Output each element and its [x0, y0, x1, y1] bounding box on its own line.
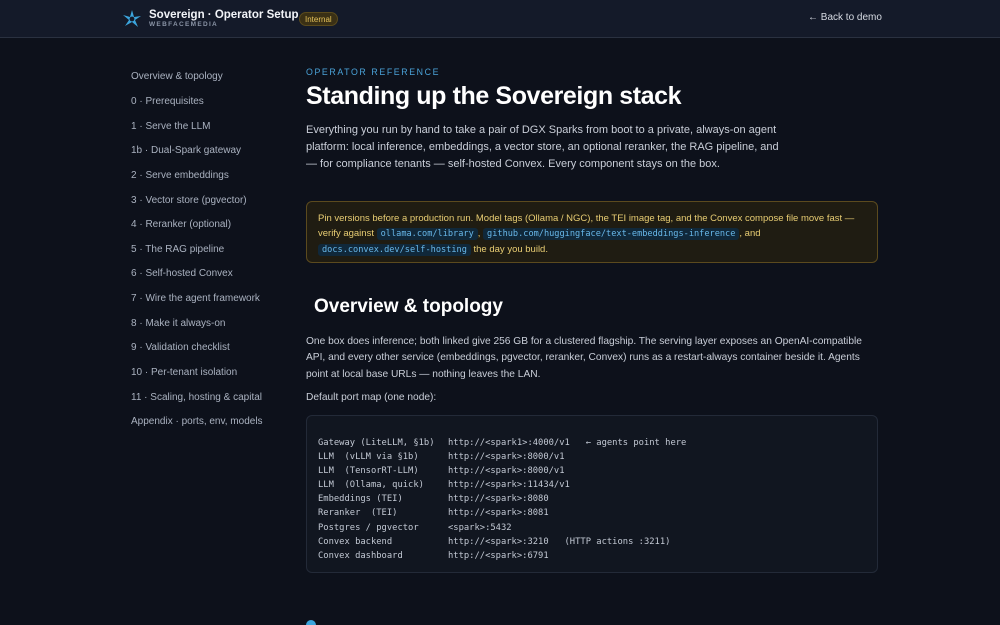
service-name: Gateway (LiteLLM, §1b): [318, 438, 435, 448]
page-title: Standing up the Sovereign stack: [306, 82, 682, 110]
port-map-label: Default port map (one node):: [306, 392, 437, 403]
callout-text: the day you build.: [470, 244, 548, 255]
service-address: http://<spark1>:4000/v1 ← agents point h…: [448, 438, 687, 448]
service-name: Postgres / pgvector: [318, 522, 419, 533]
port-map-row: LLM (Ollama, quick) http://<spark>:11434/…: [307, 478, 877, 492]
sidebar-item-dual-spark-gateway[interactable]: 1b · Dual-Spark gateway: [131, 145, 241, 156]
sidebar-item-validation-checklist[interactable]: 9 · Validation checklist: [131, 342, 230, 353]
overview-paragraph: One box does inference; both linked give…: [306, 336, 862, 380]
service-name: LLM (TensorRT-LLM): [318, 466, 419, 477]
section-eyebrow: OPERATOR REFERENCE: [306, 67, 441, 77]
sidebar-item-agent-framework[interactable]: 7 · Wire the agent framework: [131, 293, 260, 304]
service-name: Convex dashboard: [318, 550, 403, 561]
service-address: http://<spark>:8000/v1: [448, 466, 565, 477]
port-map-code-block: Gateway (LiteLLM, §1b) http://<spark1>:40…: [306, 415, 878, 573]
version-warning-callout: Pin versions before a production run. Mo…: [306, 201, 878, 263]
sidebar-item-serve-embeddings[interactable]: 2 · Serve embeddings: [131, 170, 229, 181]
service-name: LLM (vLLM via §1b): [318, 452, 419, 463]
sidebar-item-reranker[interactable]: 4 · Reranker (optional): [131, 219, 231, 230]
port-map-row: LLM (TensorRT-LLM) http://<spark>:8000/v1: [307, 464, 877, 478]
sidebar-item-appendix[interactable]: Appendix · ports, env, models: [131, 416, 263, 427]
port-map-row: Convex backend http://<spark>:3210 (HTTP …: [307, 535, 877, 549]
port-map-row: Convex dashboard http://<spark>:6791: [307, 549, 877, 563]
tei-repo-code: github.com/huggingface/text-embeddings-i…: [483, 228, 740, 240]
port-map-row: Postgres / pgvector <spark>:5432: [307, 521, 877, 535]
sidebar-item-serve-llm[interactable]: 1 · Serve the LLM: [131, 121, 210, 132]
port-map-row: Embeddings (TEI) http://<spark>:8080: [307, 492, 877, 506]
service-address: http://<spark>:6791: [448, 550, 549, 561]
service-address: http://<spark>:8000/v1: [448, 452, 565, 463]
sidebar-item-always-on[interactable]: 8 · Make it always-on: [131, 318, 225, 329]
sidebar-item-self-hosted-convex[interactable]: 6 · Self-hosted Convex: [131, 268, 233, 279]
sidebar-item-overview[interactable]: Overview & topology: [131, 71, 223, 82]
section-marker-icon: [306, 620, 316, 625]
sidebar-item-scaling[interactable]: 11 · Scaling, hosting & capital: [131, 392, 262, 403]
service-address: <spark>:5432: [448, 522, 512, 533]
sidebar-item-prerequisites[interactable]: 0 · Prerequisites: [131, 96, 204, 107]
sidebar-item-rag-pipeline[interactable]: 5 · The RAG pipeline: [131, 244, 224, 255]
top-header: Sovereign · Operator Setup WEBFACEMEDIA …: [0, 0, 1000, 38]
service-address: http://<spark>:8081: [448, 508, 549, 519]
sidebar-item-tenant-isolation[interactable]: 10 · Per-tenant isolation: [131, 367, 237, 378]
back-to-demo-link[interactable]: ← Back to demo: [808, 12, 882, 23]
service-address: http://<spark>:3210 (HTTP actions :3211): [448, 536, 671, 547]
service-name: Convex backend: [318, 536, 393, 547]
ollama-library-code: ollama.com/library: [376, 228, 478, 240]
sidebar-item-vector-store[interactable]: 3 · Vector store (pgvector): [131, 195, 247, 206]
sovereign-logo-icon: [123, 10, 141, 27]
convex-docs-code: docs.convex.dev/self-hosting: [318, 244, 471, 256]
section-heading-overview: Overview & topology: [314, 296, 503, 317]
service-address: http://<spark>:8080: [448, 494, 549, 505]
app-title: Sovereign · Operator Setup: [149, 9, 299, 21]
service-address: http://<spark>:11434/v1: [448, 480, 570, 491]
service-name: LLM (Ollama, quick): [318, 480, 424, 491]
port-map-row: LLM (vLLM via §1b) http://<spark>:8000/v1: [307, 450, 877, 464]
callout-text: , and: [739, 228, 761, 239]
internal-badge: Internal: [299, 12, 338, 26]
service-name: Reranker (TEI): [318, 508, 398, 519]
service-name: Embeddings (TEI): [318, 494, 403, 505]
app-subtitle: WEBFACEMEDIA: [149, 21, 219, 28]
port-map-row: Reranker (TEI) http://<spark>:8081: [307, 506, 877, 520]
port-map-row: Gateway (LiteLLM, §1b) http://<spark1>:40…: [307, 436, 877, 450]
intro-paragraph: Everything you run by hand to take a pai…: [306, 124, 779, 170]
